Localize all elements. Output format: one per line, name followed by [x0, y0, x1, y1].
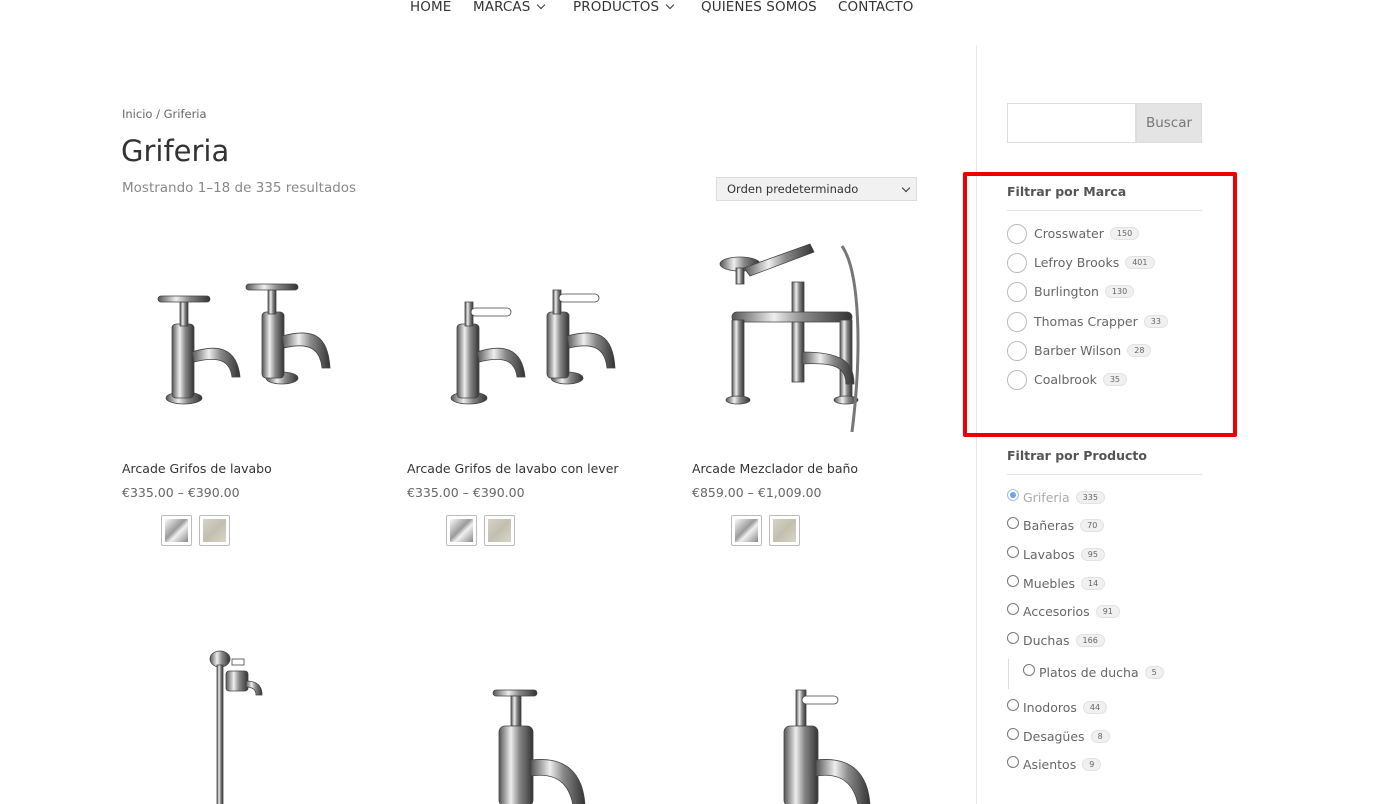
page-title: Griferia — [121, 134, 230, 168]
swatch-chrome[interactable] — [446, 515, 477, 546]
count-badge: 44 — [1082, 701, 1108, 714]
count-badge: 95 — [1080, 548, 1105, 561]
swatch-nickel[interactable] — [484, 515, 515, 546]
radio-button[interactable] — [1007, 603, 1019, 615]
count-badge: 9 — [1082, 758, 1102, 771]
radio-button[interactable] — [1007, 756, 1019, 768]
product-price: €859.00 – €1,009.00 — [692, 485, 822, 500]
orderby-select[interactable]: Orden predeterminado — [716, 177, 917, 201]
subcategory-line — [1008, 659, 1009, 689]
count-badge: 166 — [1075, 634, 1105, 647]
radio-button[interactable] — [1007, 632, 1019, 644]
chevron-down-icon — [901, 183, 911, 193]
product-image[interactable] — [692, 680, 917, 804]
nav-home[interactable]: HOME — [410, 0, 451, 15]
radio-button[interactable] — [1007, 517, 1019, 529]
main-nav: HOME MARCAS PRODUCTOS QUIENES SOMOS CONT… — [0, 0, 1400, 20]
divider — [1007, 474, 1202, 475]
radio-button[interactable] — [1023, 664, 1035, 676]
chevron-down-icon — [665, 0, 675, 10]
highlight-box — [963, 172, 1237, 437]
breadcrumb: Inicio / Griferia — [122, 107, 207, 121]
product-image[interactable] — [407, 232, 632, 447]
radio-button[interactable] — [1007, 575, 1019, 587]
product-title[interactable]: Arcade Mezclador de baño — [692, 461, 858, 476]
product-title[interactable]: Arcade Grifos de lavabo — [122, 461, 272, 476]
product-image[interactable] — [692, 232, 917, 447]
count-badge: 91 — [1095, 605, 1120, 618]
radio-button[interactable] — [1007, 489, 1019, 501]
radio-button[interactable] — [1007, 546, 1019, 558]
search-input[interactable] — [1007, 103, 1136, 143]
nav-marcas[interactable]: MARCAS — [473, 0, 546, 15]
swatch-chrome[interactable] — [161, 515, 192, 546]
count-badge: 70 — [1080, 519, 1105, 532]
orderby-selected-value: Orden predeterminado — [727, 182, 859, 196]
radio-button[interactable] — [1007, 728, 1019, 740]
swatch-nickel[interactable] — [199, 515, 230, 546]
swatch-chrome[interactable] — [731, 515, 762, 546]
nav-quienes-somos[interactable]: QUIENES SOMOS — [701, 0, 817, 15]
product-price: €335.00 – €390.00 — [407, 485, 525, 500]
product-image[interactable] — [122, 232, 347, 447]
count-badge: 5 — [1144, 666, 1164, 679]
result-count: Mostrando 1–18 de 335 resultados — [122, 180, 357, 196]
product-image[interactable] — [122, 645, 347, 804]
count-badge: 335 — [1075, 491, 1105, 504]
product-filter-title: Filtrar por Producto — [1007, 448, 1147, 463]
count-badge: 14 — [1081, 577, 1106, 590]
swatch-nickel[interactable] — [769, 515, 800, 546]
nav-contacto[interactable]: CONTACTO — [838, 0, 913, 15]
radio-button[interactable] — [1007, 699, 1019, 711]
product-title[interactable]: Arcade Grifos de lavabo con lever — [407, 461, 619, 476]
chevron-down-icon — [537, 0, 546, 10]
count-badge: 8 — [1090, 730, 1110, 743]
product-image[interactable] — [407, 680, 632, 804]
product-price: €335.00 – €390.00 — [122, 485, 240, 500]
nav-productos[interactable]: PRODUCTOS — [573, 0, 675, 15]
search-button[interactable]: Buscar — [1136, 103, 1202, 143]
